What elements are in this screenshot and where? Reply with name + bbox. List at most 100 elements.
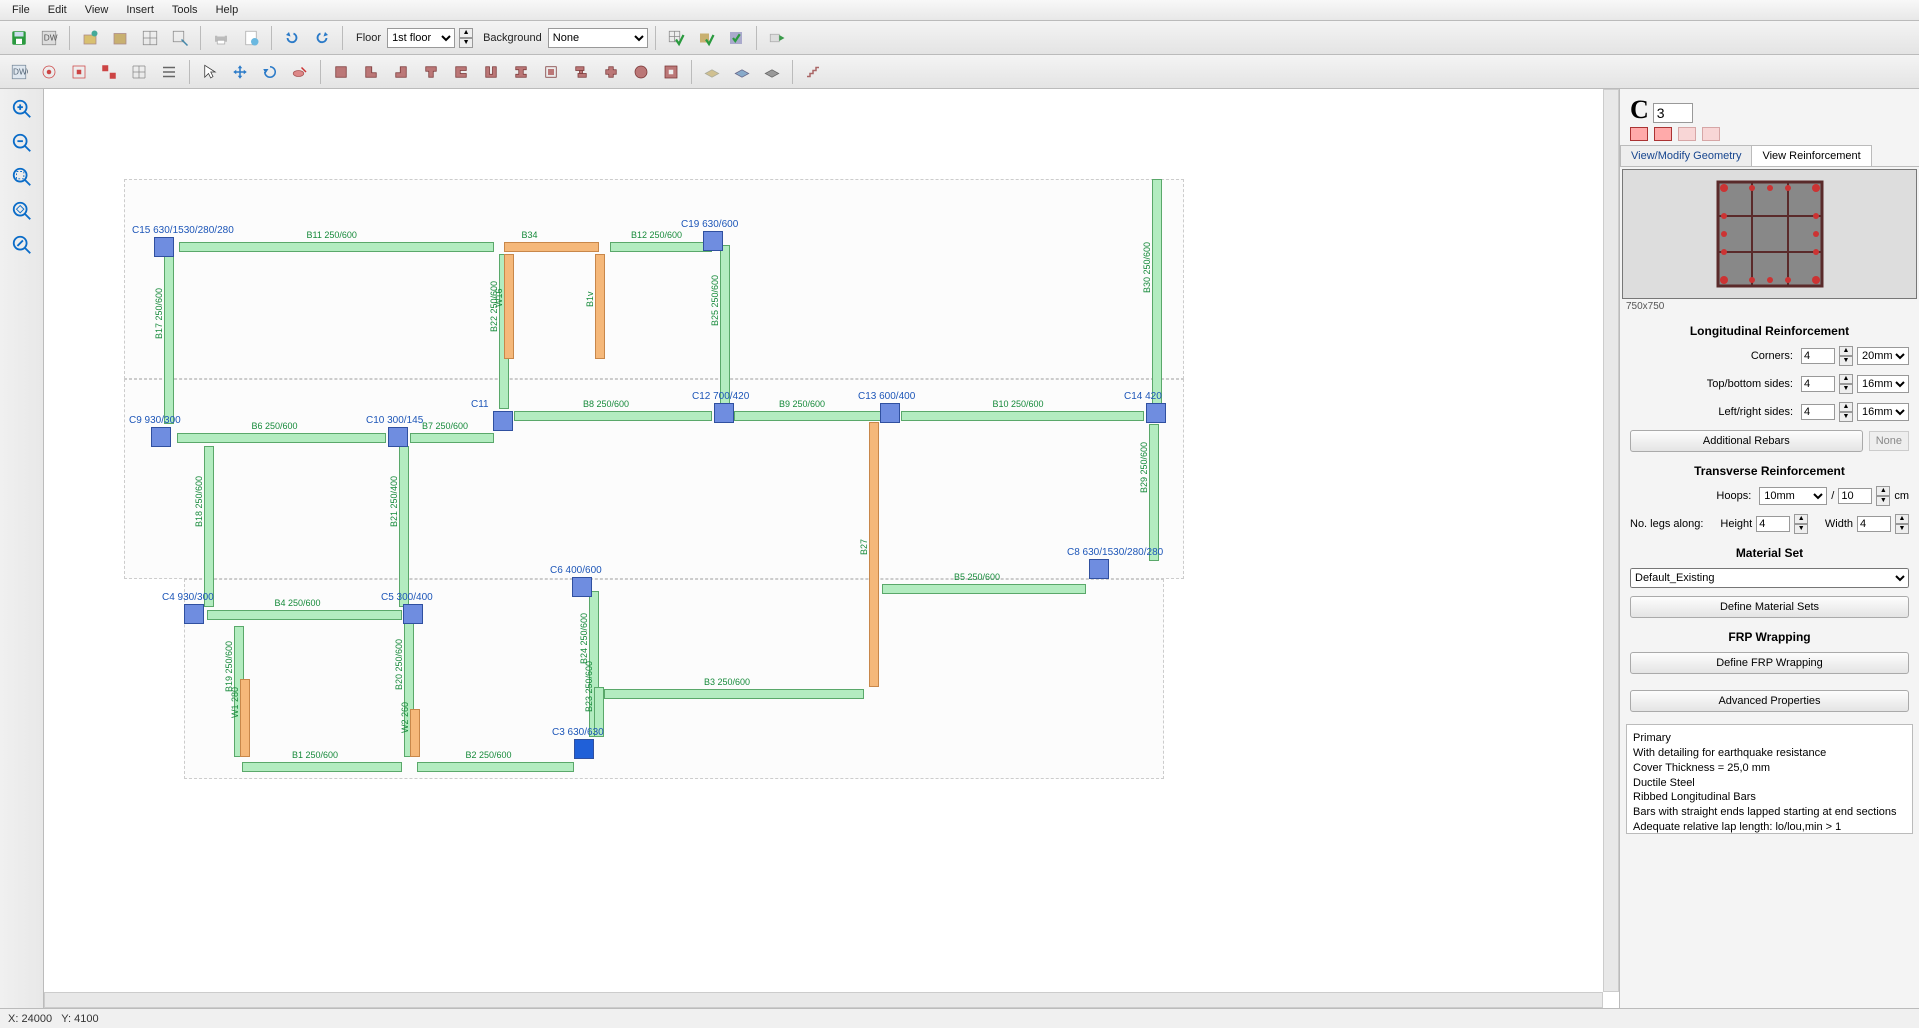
menu-view[interactable]: View [77, 2, 117, 18]
zoom-in-icon[interactable] [6, 95, 38, 123]
beam-B27[interactable] [869, 422, 879, 687]
corners-dia[interactable]: 20mm [1857, 347, 1909, 365]
sec-cross-icon[interactable] [598, 59, 624, 85]
sec-hollow-icon[interactable] [658, 59, 684, 85]
snap3-icon[interactable] [96, 59, 122, 85]
sec-circ-icon[interactable] [628, 59, 654, 85]
beam-B7[interactable] [410, 433, 494, 443]
sec-ij-icon[interactable] [538, 59, 564, 85]
tab-geometry[interactable]: View/Modify Geometry [1620, 145, 1752, 166]
beam-B3[interactable] [604, 689, 864, 699]
edge1-icon[interactable] [1630, 127, 1648, 141]
lr-spin[interactable]: ▲▼ [1839, 402, 1853, 422]
slab1-icon[interactable] [699, 59, 725, 85]
delete-icon[interactable] [287, 59, 313, 85]
beam-B4[interactable] [207, 610, 402, 620]
zoom-out-icon[interactable] [6, 129, 38, 157]
column-C14[interactable] [1146, 403, 1166, 423]
column-C5[interactable] [403, 604, 423, 624]
column-C6[interactable] [572, 577, 592, 597]
dwg-icon[interactable]: DWG [36, 25, 62, 51]
slab3-icon[interactable] [759, 59, 785, 85]
beam-B30[interactable] [1152, 179, 1162, 407]
check3-icon[interactable] [723, 25, 749, 51]
beam-B9[interactable] [734, 411, 884, 421]
beam-B10[interactable] [901, 411, 1144, 421]
beam-W16[interactable] [504, 254, 514, 359]
edge3-icon[interactable] [1678, 127, 1696, 141]
menu-edit[interactable]: Edit [40, 2, 75, 18]
grid-arrow-icon[interactable] [167, 25, 193, 51]
column-C13[interactable] [880, 403, 900, 423]
sec-u-icon[interactable] [478, 59, 504, 85]
dwg2-icon[interactable]: DWG [6, 59, 32, 85]
beam-B25[interactable] [720, 245, 730, 407]
column-C15[interactable] [154, 237, 174, 257]
beam-B6[interactable] [177, 433, 386, 443]
sec-c-icon[interactable] [448, 59, 474, 85]
rotate-icon[interactable] [257, 59, 283, 85]
sp-spin[interactable]: ▲▼ [1876, 486, 1890, 506]
tb-spin[interactable]: ▲▼ [1839, 374, 1853, 394]
beam-B34[interactable] [504, 242, 599, 252]
advanced-props-button[interactable]: Advanced Properties [1630, 690, 1909, 712]
hoops-dia[interactable]: 10mm [1759, 487, 1827, 505]
legs-h[interactable] [1756, 516, 1790, 532]
redo-icon[interactable] [309, 25, 335, 51]
background-select[interactable]: None [548, 28, 648, 48]
corners-input[interactable] [1801, 348, 1835, 364]
sec-z-icon[interactable] [568, 59, 594, 85]
legs-w[interactable] [1857, 516, 1891, 532]
sec-i-icon[interactable] [508, 59, 534, 85]
beam-B1[interactable] [242, 762, 402, 772]
beam-B21[interactable] [399, 446, 409, 607]
tab-reinforcement[interactable]: View Reinforcement [1751, 145, 1871, 166]
column-C11[interactable] [493, 411, 513, 431]
select-icon[interactable] [197, 59, 223, 85]
edge2-icon[interactable] [1654, 127, 1672, 141]
move-icon[interactable] [227, 59, 253, 85]
beam-W1[interactable] [240, 679, 250, 757]
column-C8[interactable] [1089, 559, 1109, 579]
column-C4[interactable] [184, 604, 204, 624]
menu-file[interactable]: File [4, 2, 38, 18]
define-material-button[interactable]: Define Material Sets [1630, 596, 1909, 618]
floor-select[interactable]: 1st floor [387, 28, 455, 48]
check2-icon[interactable] [693, 25, 719, 51]
save-icon[interactable] [6, 25, 32, 51]
plan-canvas[interactable]: B11 250/600B34B12 250/600B6 250/600B7 25… [44, 89, 1619, 1008]
column-C9[interactable] [151, 427, 171, 447]
column-id-input[interactable] [1653, 103, 1693, 123]
beam-B5[interactable] [882, 584, 1086, 594]
menu-insert[interactable]: Insert [118, 2, 162, 18]
lh-spin[interactable]: ▲▼ [1794, 514, 1808, 534]
zoom-window-icon[interactable] [6, 163, 38, 191]
beam-B1v[interactable] [595, 254, 605, 359]
beam-B12[interactable] [610, 242, 712, 252]
beam-B2[interactable] [417, 762, 574, 772]
column-C12[interactable] [714, 403, 734, 423]
tb-dia[interactable]: 16mm [1857, 375, 1909, 393]
report-icon[interactable] [238, 25, 264, 51]
beam-B29[interactable] [1149, 424, 1159, 561]
beam-B11[interactable] [179, 242, 494, 252]
lw-spin[interactable]: ▲▼ [1895, 514, 1909, 534]
beam-B17[interactable] [164, 254, 174, 424]
sec-l2-icon[interactable] [388, 59, 414, 85]
edge4-icon[interactable] [1702, 127, 1720, 141]
column-C10[interactable] [388, 427, 408, 447]
lines-icon[interactable] [156, 59, 182, 85]
sec-rect-icon[interactable] [328, 59, 354, 85]
hoops-spacing[interactable] [1838, 488, 1872, 504]
tb-input[interactable] [1801, 376, 1835, 392]
vscroll[interactable] [1603, 89, 1619, 992]
define-frp-button[interactable]: Define FRP Wrapping [1630, 652, 1909, 674]
beam-B18[interactable] [204, 446, 214, 607]
zoom-prev-icon[interactable] [6, 231, 38, 259]
beam-B8[interactable] [514, 411, 712, 421]
column-C19[interactable] [703, 231, 723, 251]
undo-icon[interactable] [279, 25, 305, 51]
building-icon[interactable] [107, 25, 133, 51]
menu-help[interactable]: Help [208, 2, 247, 18]
check1-icon[interactable] [663, 25, 689, 51]
